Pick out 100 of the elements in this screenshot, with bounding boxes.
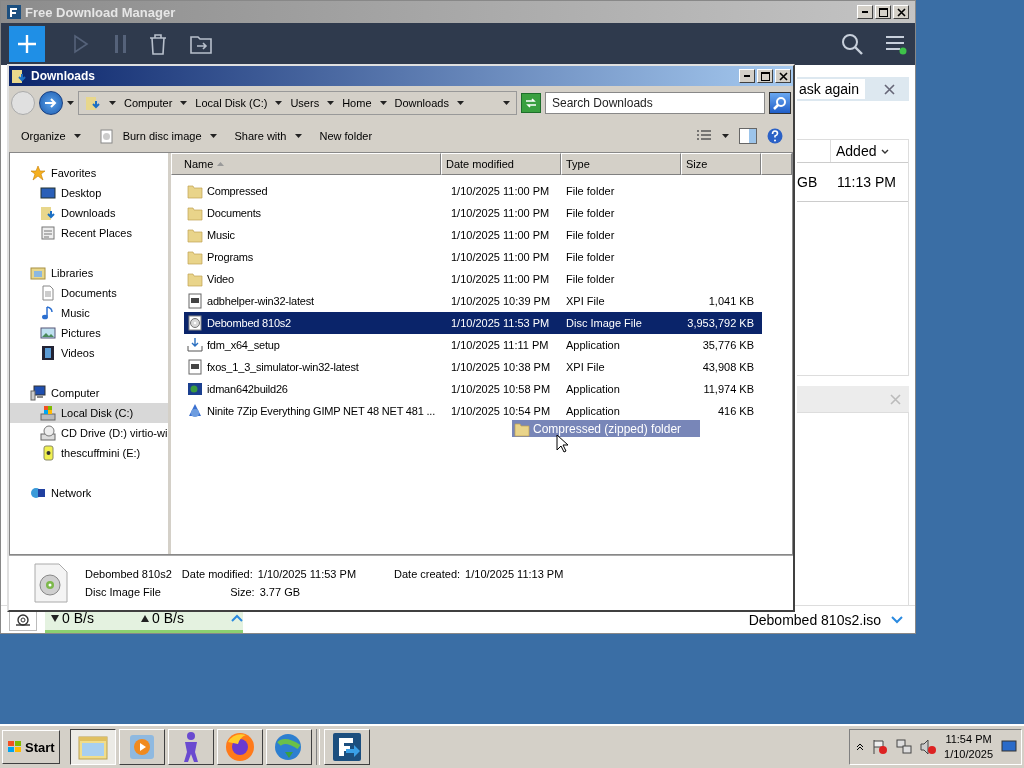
film-icon [40,345,56,361]
refresh-button[interactable] [521,93,541,113]
folder-window-icon [77,733,108,761]
file-row[interactable]: Compressed 1/10/2025 11:00 PM File folder [184,180,762,202]
toolbar-button[interactable]: New folder [313,127,379,145]
caret-icon [722,134,729,138]
type-cell-text: File folder [565,229,616,241]
caret-icon [180,101,188,105]
search-button[interactable] [769,92,791,114]
nav-group[interactable]: Favorites [10,163,168,183]
caret-icon [456,101,464,105]
window-title: Free Download Manager [25,4,176,20]
file-row[interactable]: idman642build26 1/10/2025 10:58 PM Application 11,974 KB [184,378,762,400]
nav-item[interactable]: Pictures [10,323,168,343]
nav-item[interactable]: Local Disk (C:) [10,403,168,423]
breadcrumb-item[interactable]: Local Disk (C:) [195,97,268,109]
file-name: adbhelper-win32-latest [207,295,314,307]
minimize-icon [862,11,868,13]
minimize-button[interactable] [739,69,755,83]
toolbar-button[interactable]: Share with [228,127,308,145]
toolbar-button[interactable]: Organize [15,127,87,145]
mouse-cursor-icon [556,434,568,453]
type-cell-text: XPI File [565,361,606,373]
menu-icon [885,33,907,55]
refresh-icon [525,98,537,108]
file-row[interactable]: Debombed 810s2 1/10/2025 11:53 PM Disc Image File 3,953,792 KB [184,312,762,334]
breadcrumb-item[interactable]: Home [342,97,372,109]
fdm-logo-icon [331,732,362,762]
file-row[interactable]: fdm_x64_setup 1/10/2025 11:11 PM Application 35,776 KB [184,334,762,356]
sort-chevron-icon [881,148,890,154]
nav-group[interactable]: Network [10,483,168,503]
caret-icon [209,134,217,138]
added-cell-text: 11:13 PM [836,174,896,190]
start-button[interactable]: Start [2,730,60,764]
column-header[interactable]: Type [561,153,681,175]
download-arrow-icon [51,614,59,622]
column-header[interactable]: Date modified [441,153,561,175]
column-header[interactable]: Size [681,153,761,175]
column-header[interactable]: Added [830,140,908,162]
pictures-icon [40,325,56,341]
close-icon [778,71,788,81]
clock-date: 1/10/2025 [944,747,993,762]
forward-button[interactable] [39,91,63,115]
maximize-icon [878,7,888,17]
size-cell: 3,953,792 KB [687,317,754,329]
firefox-icon [224,732,255,762]
snail-icon [14,612,32,627]
nav-item[interactable]: Recent Places [10,223,168,243]
type-cell-text: File folder [565,273,616,285]
file-row[interactable]: Music 1/10/2025 11:00 PM File folder [184,224,762,246]
desktop-icon [40,185,56,201]
address-bar[interactable]: Computer Local Disk (C:) Users Home Downloads [78,91,517,115]
column-header[interactable]: Name [171,153,441,175]
sort-arrow-icon [217,162,225,166]
computer-icon [30,385,46,401]
minimize-icon [744,75,750,77]
caret-icon [327,101,335,105]
file-row[interactable]: Ninite 7Zip Everything GIMP NET 48 NET 481 ... 1/10/2025 10:54 PM Application 416 KB [184,400,762,422]
media-player-icon [128,734,155,760]
search-field[interactable]: Search Downloads [545,92,765,114]
close-button[interactable] [893,5,909,19]
breadcrumb-item[interactable]: Downloads [394,97,449,109]
maximize-button[interactable] [757,69,773,83]
add-button[interactable] [9,26,45,62]
toolbar-button[interactable]: Burn disc image [92,125,223,147]
nav-item[interactable]: Documents [10,283,168,303]
size-cell: 416 KB [717,405,754,417]
nav-item[interactable]: CD Drive (D:) virtio-wi [10,423,168,443]
help-icon [767,128,783,144]
date-cell-text: 1/10/2025 11:00 PM [450,207,551,219]
nav-item[interactable]: Desktop [10,183,168,203]
file-name: Music [207,229,235,241]
chevron-up-icon [856,743,865,751]
nav-group[interactable]: Computer [10,383,168,403]
nav-item[interactable]: Music [10,303,168,323]
usb-drive-icon [40,445,56,461]
close-button[interactable] [775,69,791,83]
nav-item[interactable]: thescuffmini (E:) [10,443,168,463]
breadcrumb-item[interactable]: Users [290,97,320,109]
network-status-icon [896,739,913,755]
type-cell-text: File folder [565,207,616,219]
file-name: Video [207,273,234,285]
action-center-flag-icon [872,739,889,755]
breadcrumb-item[interactable]: Computer [124,97,173,109]
date-cell-text: 1/10/2025 11:00 PM [450,251,551,263]
maximize-button[interactable] [875,5,891,19]
star-icon [30,165,46,181]
recent-places-icon [40,225,56,241]
nav-group[interactable]: Libraries [10,263,168,283]
file-row[interactable]: fxos_1_3_simulator-win32-latest 1/10/2025 10:38 PM XPI File 43,908 KB [184,356,762,378]
file-row[interactable]: Video 1/10/2025 11:00 PM File folder [184,268,762,290]
file-row[interactable]: Programs 1/10/2025 11:00 PM File folder [184,246,762,268]
taskbar-button[interactable] [69,729,116,765]
caret-icon [294,134,302,138]
nav-item[interactable]: Downloads [10,203,168,223]
file-row[interactable]: adbhelper-win32-latest 1/10/2025 10:39 PM XPI File 1,041 KB [184,290,762,312]
minimize-button[interactable] [857,5,873,19]
nav-item[interactable]: Videos [10,343,168,363]
folder-icon [514,420,530,437]
file-row[interactable]: Documents 1/10/2025 11:00 PM File folder [184,202,762,224]
